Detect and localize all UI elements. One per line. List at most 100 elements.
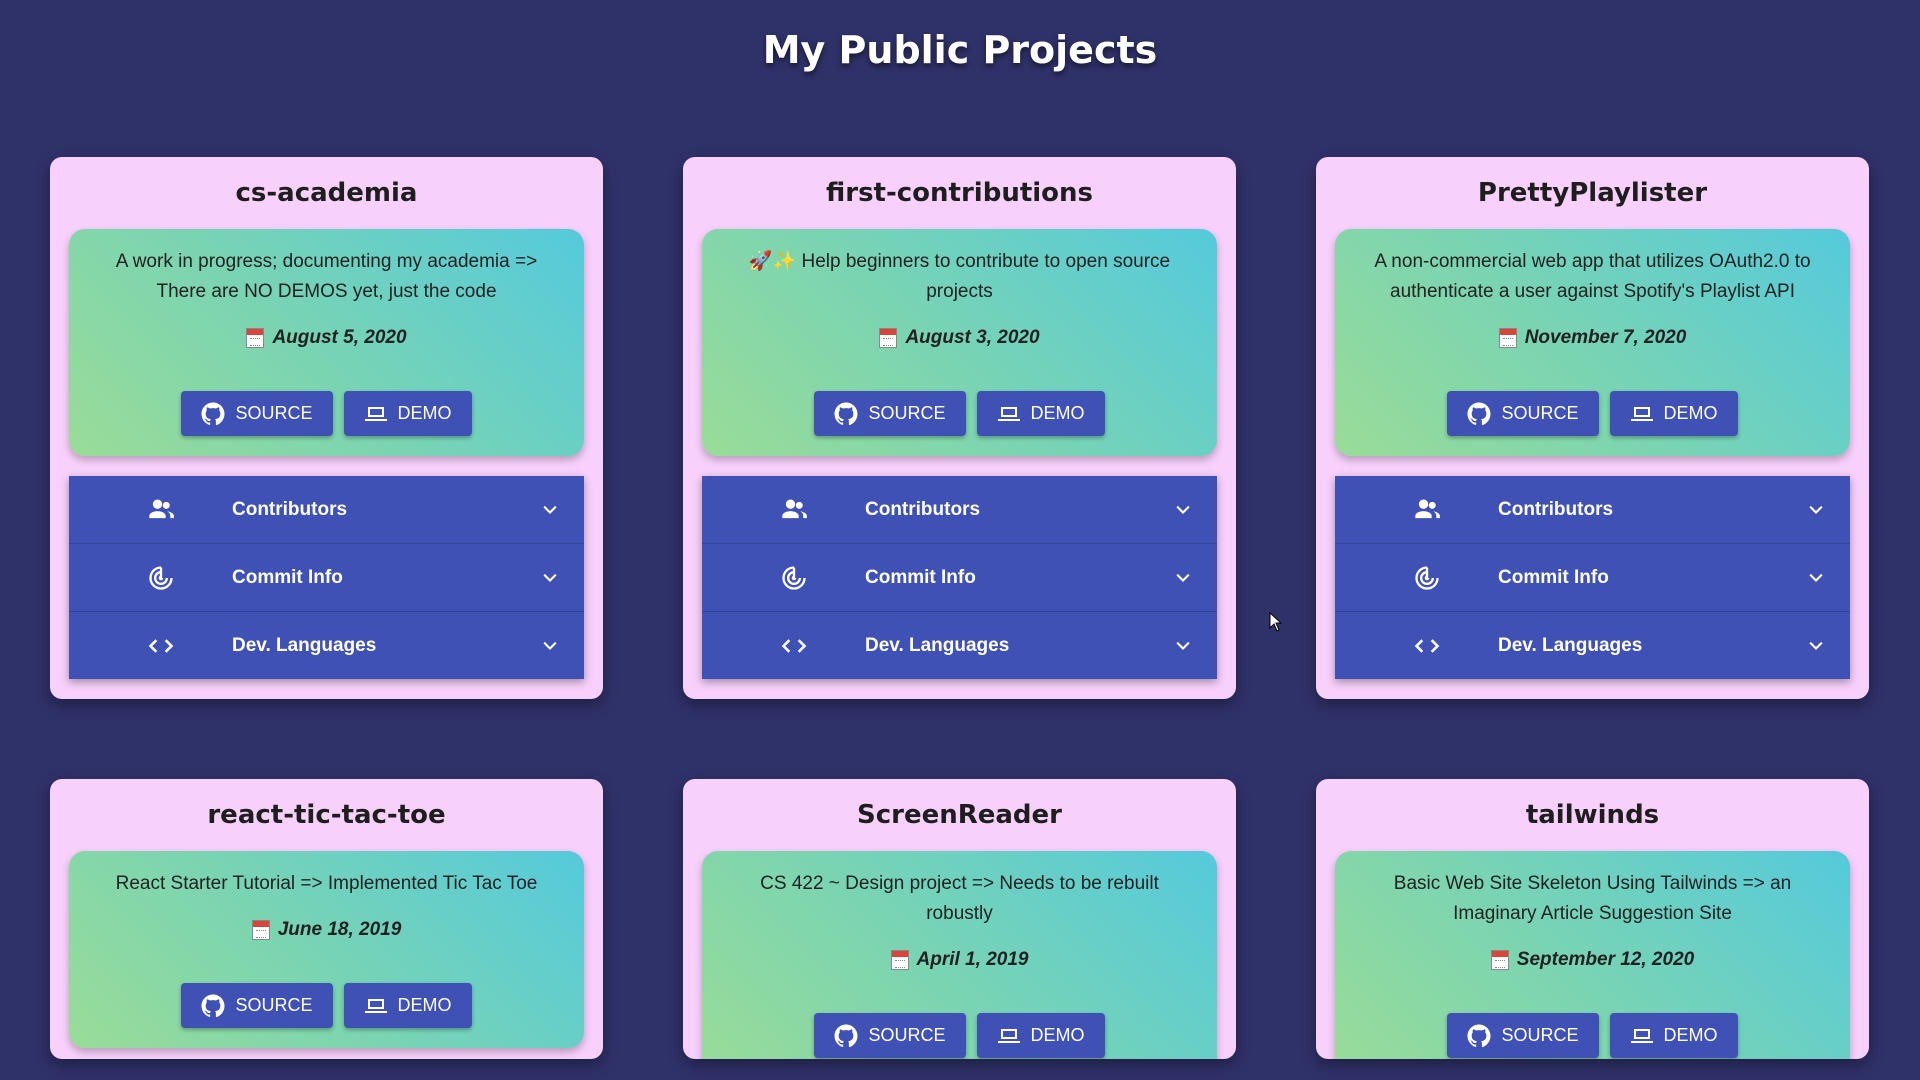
- project-description: CS 422 ~ Design project => Needs to be r…: [760, 873, 1159, 924]
- laptop-icon: [364, 998, 387, 1013]
- accordion-contributors[interactable]: Contributors: [69, 476, 584, 544]
- accordion-dev-languages[interactable]: Dev. Languages: [1335, 612, 1850, 679]
- github-icon: [1467, 1024, 1491, 1047]
- project-summary: A work in progress; documenting my acade…: [69, 229, 584, 456]
- project-date: April 1, 2019: [726, 949, 1193, 971]
- people-icon: [782, 499, 807, 519]
- laptop-icon: [1630, 1028, 1653, 1043]
- demo-button[interactable]: DEMO: [1609, 1013, 1738, 1058]
- project-summary: A non-commercial web app that utilizes O…: [1335, 229, 1850, 456]
- source-button-label: SOURCE: [868, 1025, 946, 1045]
- project-date: September 12, 2020: [1359, 949, 1826, 971]
- chevron-down-icon: [1176, 505, 1190, 514]
- project-details-accordion: Contributors Commit Info Dev. Languages: [1335, 476, 1850, 679]
- demo-button[interactable]: DEMO: [343, 391, 472, 436]
- accordion-label: Dev. Languages: [865, 634, 1010, 656]
- accordion-label: Commit Info: [865, 566, 976, 588]
- source-button[interactable]: SOURCE: [814, 1013, 966, 1058]
- project-actions: SOURCE DEMO: [726, 1013, 1193, 1058]
- laptop-icon: [997, 406, 1020, 421]
- accordion-commit-info[interactable]: Commit Info: [69, 544, 584, 612]
- laptop-icon: [1630, 406, 1653, 421]
- project-date-text: August 3, 2020: [905, 327, 1040, 348]
- project-card: PrettyPlaylister A non-commercial web ap…: [1316, 157, 1869, 699]
- chevron-down-icon: [543, 573, 557, 582]
- source-button[interactable]: SOURCE: [1447, 1013, 1599, 1058]
- demo-button[interactable]: DEMO: [976, 391, 1105, 436]
- project-date-text: August 5, 2020: [272, 327, 407, 348]
- project-summary: Basic Web Site Skeleton Using Tailwinds …: [1335, 851, 1850, 1059]
- demo-button-label: DEMO: [397, 403, 452, 423]
- chevron-down-icon: [1809, 573, 1823, 582]
- chevron-down-icon: [1809, 641, 1823, 650]
- project-date: November 7, 2020: [1359, 327, 1826, 349]
- project-date-text: September 12, 2020: [1516, 949, 1695, 970]
- source-button[interactable]: SOURCE: [181, 983, 333, 1028]
- demo-button[interactable]: DEMO: [1609, 391, 1738, 436]
- code-icon: [781, 639, 807, 653]
- project-card: cs-academia A work in progress; document…: [50, 157, 603, 699]
- accordion-commit-info[interactable]: Commit Info: [1335, 544, 1850, 612]
- github-icon: [1467, 402, 1491, 425]
- accordion-commit-info[interactable]: Commit Info: [702, 544, 1217, 612]
- project-summary: CS 422 ~ Design project => Needs to be r…: [702, 851, 1217, 1059]
- github-icon: [834, 1024, 858, 1047]
- project-details-accordion: Contributors Commit Info Dev. Languages: [69, 476, 584, 679]
- project-date: August 3, 2020: [726, 327, 1193, 349]
- demo-button-label: DEMO: [1663, 403, 1718, 423]
- accordion-label: Contributors: [865, 498, 981, 520]
- accordion-label: Contributors: [232, 498, 348, 520]
- accordion-dev-languages[interactable]: Dev. Languages: [69, 612, 584, 679]
- demo-button[interactable]: DEMO: [976, 1013, 1105, 1058]
- demo-button-label: DEMO: [1663, 1025, 1718, 1045]
- project-actions: SOURCE DEMO: [726, 391, 1193, 436]
- project-date-text: November 7, 2020: [1524, 327, 1687, 348]
- project-date: August 5, 2020: [93, 327, 560, 349]
- people-icon: [1415, 499, 1440, 519]
- calendar-icon: [246, 328, 265, 348]
- accordion-contributors[interactable]: Contributors: [702, 476, 1217, 544]
- accordion-label: Dev. Languages: [1498, 634, 1643, 656]
- project-actions: SOURCE DEMO: [1359, 391, 1826, 436]
- project-card: first-contributions 🚀✨ Help beginners to…: [683, 157, 1236, 699]
- demo-button-label: DEMO: [1030, 403, 1085, 423]
- accordion-label: Commit Info: [1498, 566, 1609, 588]
- source-button-label: SOURCE: [868, 403, 946, 423]
- page-title: My Public Projects: [762, 28, 1158, 72]
- chevron-down-icon: [543, 505, 557, 514]
- accordion-contributors[interactable]: Contributors: [1335, 476, 1850, 544]
- source-button[interactable]: SOURCE: [814, 391, 966, 436]
- project-date: June 18, 2019: [93, 919, 560, 941]
- project-title: react-tic-tac-toe: [207, 800, 446, 830]
- project-description: A work in progress; documenting my acade…: [115, 251, 538, 302]
- source-button-label: SOURCE: [235, 995, 313, 1015]
- project-title: cs-academia: [235, 178, 418, 208]
- project-card: ScreenReader CS 422 ~ Design project => …: [683, 779, 1236, 1059]
- source-button-label: SOURCE: [235, 403, 313, 423]
- mouse-cursor-icon: [1269, 612, 1283, 632]
- commit-spiral-icon: [782, 566, 806, 590]
- chevron-down-icon: [1809, 505, 1823, 514]
- demo-button-label: DEMO: [1030, 1025, 1085, 1045]
- code-icon: [1414, 639, 1440, 653]
- accordion-dev-languages[interactable]: Dev. Languages: [702, 612, 1217, 679]
- project-summary: 🚀✨ Help beginners to contribute to open …: [702, 229, 1217, 456]
- project-details-accordion: Contributors Commit Info Dev. Languages: [702, 476, 1217, 679]
- code-icon: [148, 639, 174, 653]
- project-card: tailwinds Basic Web Site Skeleton Using …: [1316, 779, 1869, 1059]
- project-date-text: June 18, 2019: [277, 919, 402, 940]
- calendar-icon: [879, 328, 898, 348]
- commit-spiral-icon: [149, 566, 173, 590]
- project-description: A non-commercial web app that utilizes O…: [1374, 251, 1811, 302]
- commit-spiral-icon: [1415, 566, 1439, 590]
- projects-grid: cs-academia A work in progress; document…: [50, 157, 1869, 1059]
- source-button-label: SOURCE: [1501, 1025, 1579, 1045]
- source-button[interactable]: SOURCE: [181, 391, 333, 436]
- people-icon: [149, 499, 174, 519]
- project-title: tailwinds: [1525, 800, 1660, 830]
- calendar-icon: [1490, 950, 1509, 970]
- calendar-icon: [251, 920, 270, 940]
- project-date-text: April 1, 2019: [916, 949, 1029, 970]
- source-button[interactable]: SOURCE: [1447, 391, 1599, 436]
- demo-button[interactable]: DEMO: [343, 983, 472, 1028]
